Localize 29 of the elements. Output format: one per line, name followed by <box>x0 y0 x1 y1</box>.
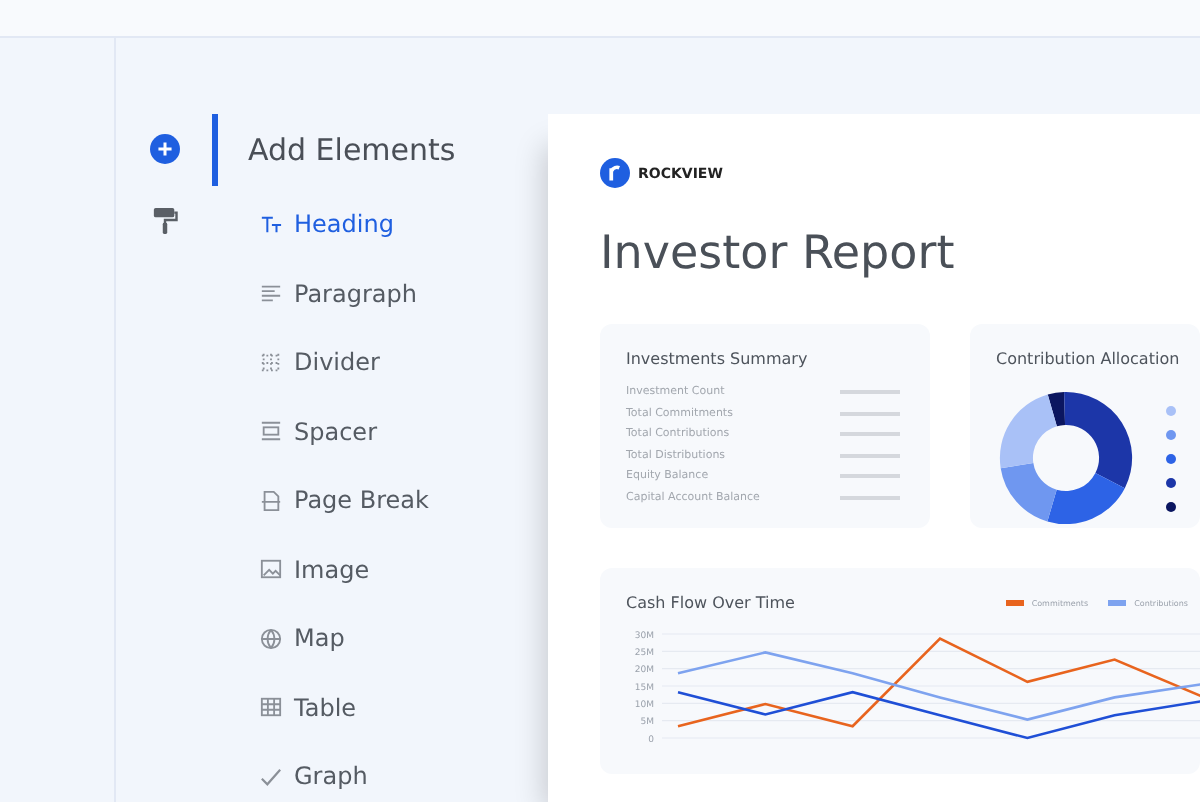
element-item[interactable]: Divider <box>260 342 548 382</box>
card-title: Contribution Allocation <box>996 350 1182 368</box>
page-icon <box>260 489 282 511</box>
panel-title: Add Elements <box>248 132 456 168</box>
report-title: Investor Report <box>600 228 957 280</box>
element-item[interactable]: Paragraph <box>260 273 548 313</box>
paint-roller-icon[interactable] <box>151 206 177 236</box>
donut-chart <box>996 388 1136 528</box>
element-item[interactable]: Image <box>260 549 548 589</box>
element-item[interactable]: Page Break <box>260 480 548 520</box>
element-item[interactable]: Spacer <box>260 411 548 451</box>
spacer-icon <box>260 420 282 442</box>
logo-icon <box>600 158 630 188</box>
card-title: Cash Flow Over Time <box>626 594 795 612</box>
element-item[interactable]: Map <box>260 618 548 658</box>
lines-icon <box>260 282 282 304</box>
dotted-grid-icon <box>260 351 282 373</box>
image-icon <box>260 558 282 580</box>
legend-swatch <box>1108 600 1127 606</box>
card-title: Investments Summary <box>626 350 810 368</box>
table-icon <box>260 696 282 718</box>
element-item[interactable]: Heading <box>260 204 548 244</box>
add-icon[interactable] <box>149 134 179 164</box>
element-item[interactable]: Table <box>260 687 548 727</box>
element-item[interactable]: Graph <box>260 756 548 796</box>
text-icon <box>260 213 282 235</box>
check-icon <box>260 765 282 787</box>
legend-swatch <box>1005 600 1024 606</box>
globe-icon <box>260 627 282 649</box>
